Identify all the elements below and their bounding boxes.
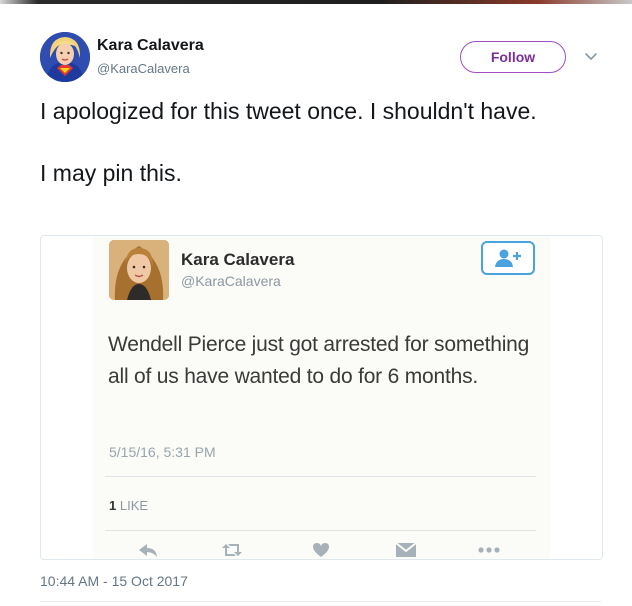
embedded-date: 5/15/16, 5:31 PM <box>109 444 216 460</box>
tweet-paragraph: I may pin this. <box>40 160 182 186</box>
reply-icon <box>137 542 159 559</box>
supergirl-avatar-icon <box>40 32 90 82</box>
divider <box>40 601 601 602</box>
embedded-author-name: Kara Calavera <box>181 250 295 269</box>
tweet-text: I apologized for this tweet once. I shou… <box>40 97 600 188</box>
embedded-follow-button <box>481 241 535 275</box>
more-icon <box>477 542 501 559</box>
divider <box>105 530 536 531</box>
author-handle[interactable]: @KaraCalavera <box>97 61 190 76</box>
tweet-timestamp[interactable]: 10:44 AM - 15 Oct 2017 <box>40 573 188 589</box>
woman-portrait-icon <box>109 240 169 300</box>
like-label: LIKE <box>119 498 149 513</box>
add-user-icon <box>495 249 521 267</box>
retweet-icon <box>219 542 245 559</box>
embedded-avatar <box>109 240 169 300</box>
message-icon <box>395 542 417 559</box>
tweet-paragraph: I apologized for this tweet once. I shou… <box>40 98 537 124</box>
like-count: 1 <box>109 498 117 513</box>
heart-icon <box>311 542 331 559</box>
chevron-down-icon[interactable] <box>584 49 598 63</box>
author-avatar[interactable] <box>40 32 90 82</box>
divider <box>105 476 536 477</box>
embedded-tweet-text: Wendell Pierce just got arrested for som… <box>108 333 530 388</box>
embedded-tweet-screenshot: Kara Calavera @KaraCalavera Wendell Pier… <box>93 236 550 559</box>
embedded-author-handle: @KaraCalavera <box>181 273 281 289</box>
follow-button[interactable]: Follow <box>460 41 566 73</box>
author-name[interactable]: Kara Calavera <box>97 37 204 55</box>
embedded-like-count: 1 LIKE <box>109 498 148 513</box>
attached-image[interactable]: Kara Calavera @KaraCalavera Wendell Pier… <box>40 235 603 560</box>
